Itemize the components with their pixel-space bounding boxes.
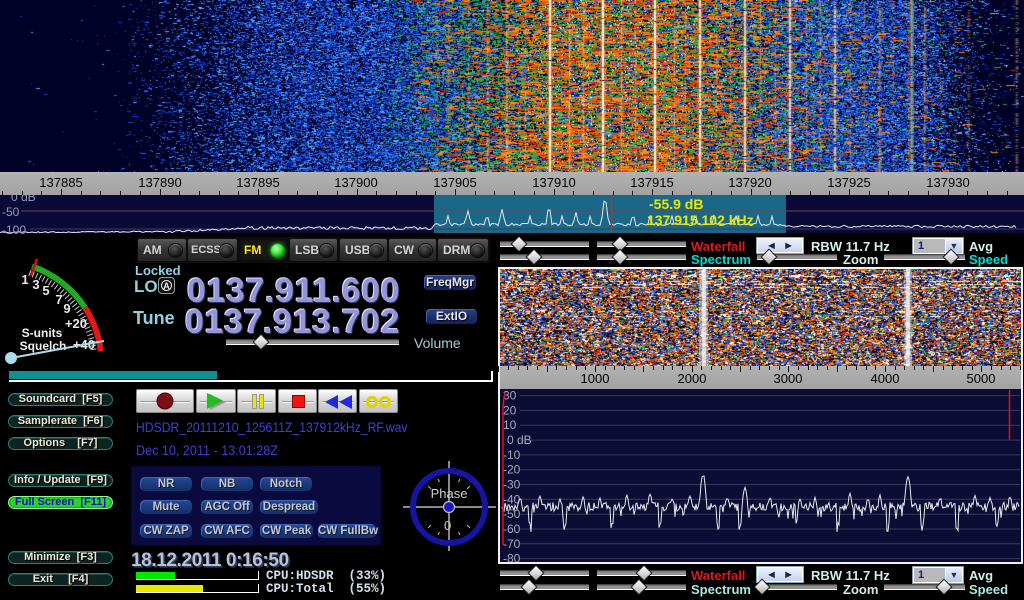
svg-text:-100: -100 — [2, 223, 26, 236]
svg-text:10: 10 — [503, 418, 517, 432]
svg-text:S-units: S-units — [22, 326, 63, 340]
svg-text:0 dB: 0 dB — [11, 195, 36, 204]
svg-text:137.915.102 kHz: 137.915.102 kHz — [647, 212, 754, 228]
svg-text:Phase: Phase — [431, 486, 468, 501]
svg-text:-30: -30 — [503, 478, 521, 492]
svg-text:+20: +20 — [65, 316, 87, 331]
svg-text:-55.9 dB: -55.9 dB — [649, 196, 703, 212]
svg-text:1: 1 — [21, 272, 28, 287]
svg-text:-20: -20 — [503, 463, 521, 477]
svg-text:Squelch: Squelch — [20, 339, 67, 353]
svg-text:-50: -50 — [503, 507, 521, 521]
svg-text:0: 0 — [444, 518, 451, 533]
svg-text:-50: -50 — [2, 205, 20, 219]
svg-text:-10: -10 — [503, 448, 521, 462]
svg-text:5: 5 — [42, 283, 49, 298]
svg-text:-60: -60 — [503, 522, 521, 536]
svg-text:7: 7 — [55, 292, 62, 307]
svg-text:-70: -70 — [503, 537, 521, 551]
svg-text:-80: -80 — [503, 552, 521, 562]
svg-text:20: 20 — [503, 403, 517, 417]
svg-text:3: 3 — [32, 277, 39, 292]
svg-text:0 dB: 0 dB — [507, 433, 532, 447]
svg-text:9: 9 — [63, 301, 70, 316]
